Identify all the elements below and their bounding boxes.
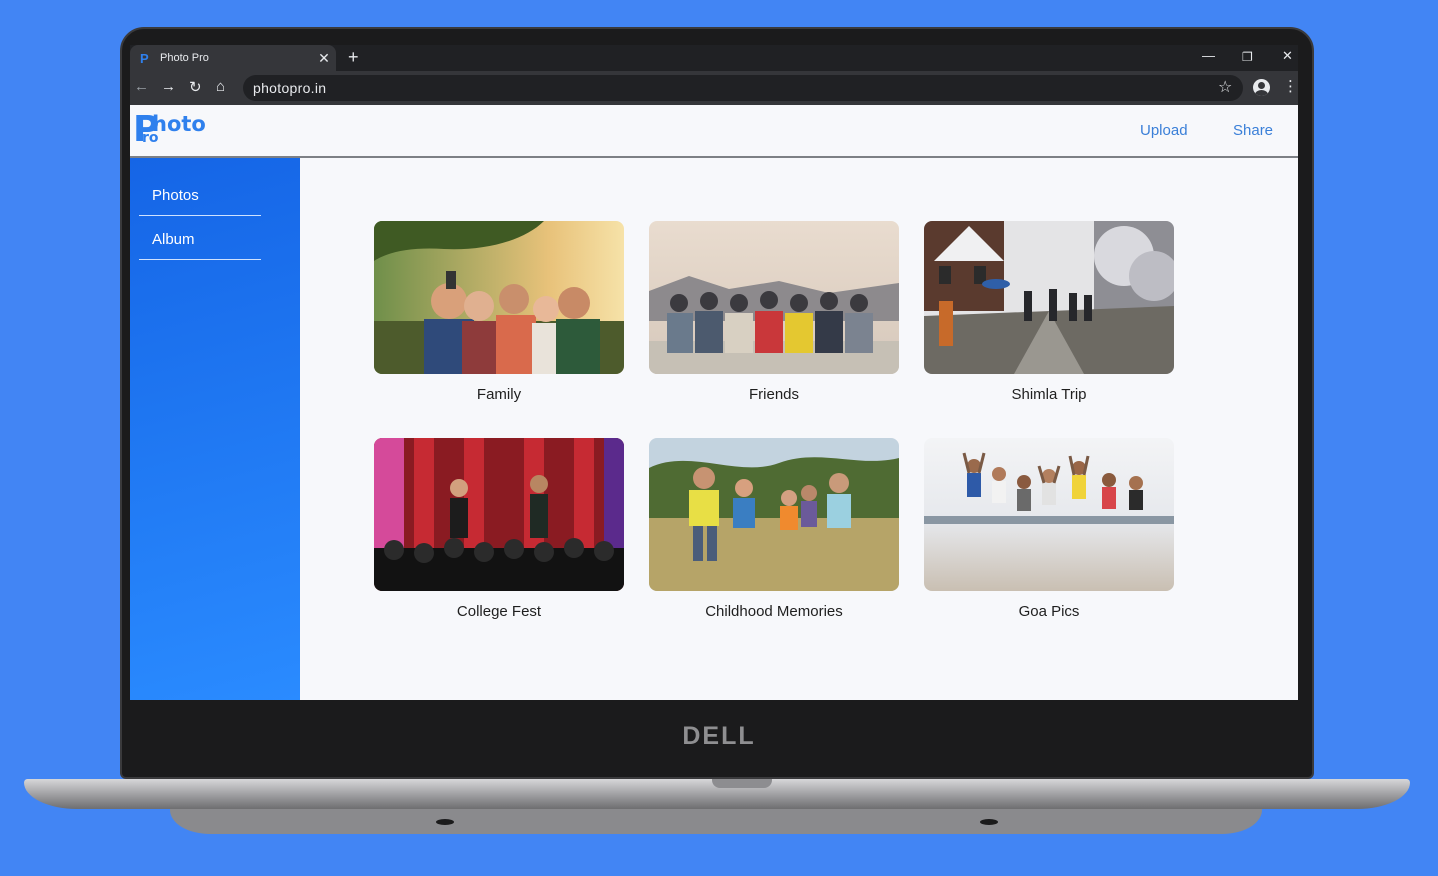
album-thumbnail[interactable] <box>649 438 899 591</box>
window-close-icon[interactable]: ✕ <box>1282 48 1293 64</box>
album-thumbnail[interactable] <box>649 221 899 374</box>
album-label: Family <box>476 386 522 403</box>
reload-icon[interactable]: ↻ <box>189 78 202 96</box>
laptop-notch <box>712 779 772 788</box>
app-logo[interactable]: P hoto ro <box>133 109 213 151</box>
sidebar-item-album[interactable]: Album <box>139 216 261 260</box>
laptop-brand-logo: DELL <box>682 722 756 750</box>
album-thumbnail[interactable] <box>924 438 1174 591</box>
sidebar-item-photos[interactable]: Photos <box>139 172 261 216</box>
laptop-base <box>24 779 1410 809</box>
account-icon[interactable] <box>1253 79 1270 96</box>
album-card-goa-pics[interactable]: Goa Pics <box>924 438 1174 620</box>
upload-link[interactable]: Upload <box>1140 122 1188 139</box>
tab-title: Photo Pro <box>160 52 209 64</box>
album-card-college-fest[interactable]: College Fest <box>374 438 624 620</box>
logo-text-top: hoto <box>152 112 206 136</box>
album-card-family[interactable]: Family <box>374 221 624 403</box>
album-card-friends[interactable]: Friends <box>649 221 899 403</box>
address-bar[interactable]: photopro.in <box>243 75 1243 101</box>
album-card-shimla-trip[interactable]: Shimla Trip <box>924 221 1174 403</box>
album-card-childhood-memories[interactable]: Childhood Memories <box>649 438 899 620</box>
forward-arrow-icon[interactable]: → <box>161 78 176 95</box>
album-label: Childhood Memories <box>705 603 843 620</box>
share-link[interactable]: Share <box>1233 122 1273 139</box>
album-thumbnail[interactable] <box>924 221 1174 374</box>
close-icon[interactable]: ✕ <box>312 50 336 67</box>
laptop-base-underside <box>170 806 1262 834</box>
home-icon[interactable]: ⌂ <box>216 78 225 95</box>
browser-tab[interactable]: P Photo Pro ✕ <box>130 45 336 71</box>
album-label: College Fest <box>456 603 542 620</box>
star-icon[interactable]: ☆ <box>1218 75 1232 101</box>
back-arrow-icon[interactable]: ← <box>134 78 149 95</box>
menu-dots-icon[interactable]: ⋮ <box>1283 77 1298 95</box>
laptop-foot <box>980 819 998 825</box>
screen: P Photo Pro ✕ + — ❐ ✕ ← → ↻ ⌂ photopro.i… <box>130 45 1298 700</box>
restore-icon[interactable]: ❐ <box>1242 50 1253 64</box>
album-label: Goa Pics <box>1018 603 1080 620</box>
album-label: Friends <box>748 386 800 403</box>
app-header: P hoto ro Upload Share <box>130 105 1298 158</box>
favicon-icon: P <box>140 50 149 66</box>
minimize-icon[interactable]: — <box>1202 48 1215 63</box>
album-thumbnail[interactable] <box>374 438 624 591</box>
laptop-foot <box>436 819 454 825</box>
tab-strip: P Photo Pro ✕ + — ❐ ✕ <box>130 45 1298 71</box>
logo-text-bottom: ro <box>142 130 159 146</box>
browser-toolbar: ← → ↻ ⌂ photopro.in ☆ ⋮ <box>130 71 1298 105</box>
sidebar: Photos Album <box>130 158 300 700</box>
album-label: Shimla Trip <box>1011 386 1087 403</box>
plus-icon[interactable]: + <box>348 47 359 68</box>
album-thumbnail[interactable] <box>374 221 624 374</box>
